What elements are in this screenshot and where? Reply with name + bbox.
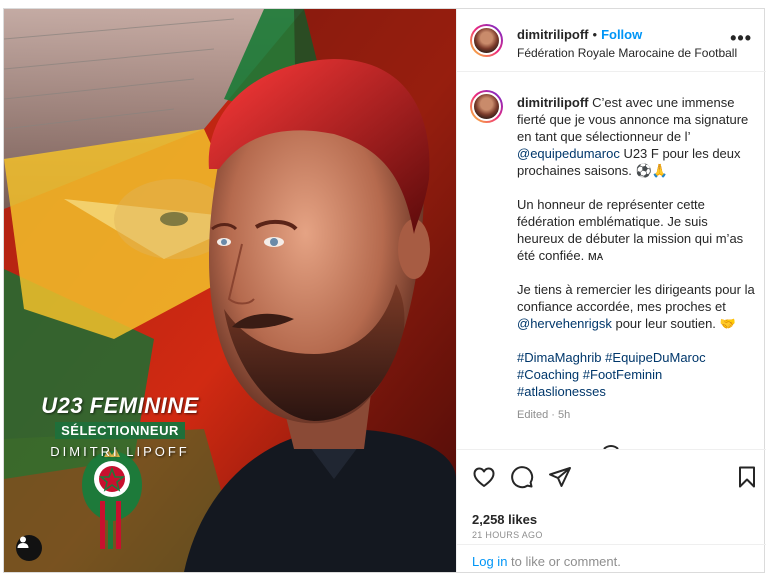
- avatar[interactable]: [470, 24, 503, 57]
- bookmark-icon: [739, 466, 755, 488]
- save-button[interactable]: [734, 464, 760, 490]
- login-prompt: Log in to like or comment.: [457, 544, 766, 572]
- caption-avatar[interactable]: [470, 90, 503, 123]
- comment-icon: [511, 466, 534, 489]
- comment-button[interactable]: [509, 464, 535, 490]
- post-header: dimitrilipoff • Follow Fédération Royale M…: [457, 9, 766, 72]
- caption-text-run: Je tiens à remercier les dirigeants pour…: [517, 282, 755, 314]
- mention-link[interactable]: @hervehenrigsk: [517, 316, 612, 331]
- header-user-line: dimitrilipoff • Follow: [517, 27, 642, 42]
- caption-paragraph-1: dimitrilipoff C’est avec une immense fie…: [517, 94, 757, 179]
- login-prompt-text: to like or comment.: [507, 554, 621, 569]
- separator-dot: •: [592, 27, 598, 42]
- hashtags: #DimaMaghrib #EquipeDuMaroc #Coaching #Fo…: [517, 349, 757, 400]
- caption-text: dimitrilipoff C’est avec une immense fie…: [517, 94, 757, 424]
- post-side-panel: dimitrilipoff • Follow Fédération Royale M…: [456, 9, 766, 572]
- post-actions: 2,258 likes 21 HOURS AGO Log in to like …: [457, 449, 766, 572]
- share-button[interactable]: [547, 464, 573, 490]
- hashtag-link[interactable]: #FootFeminin: [583, 367, 662, 382]
- caption-paragraph-2: Un honneur de représenter cette fédérati…: [517, 197, 744, 263]
- caption-section: dimitrilipoff C’est avec une immense fie…: [457, 73, 766, 449]
- hashtag-link[interactable]: #DimaMaghrib: [517, 350, 602, 365]
- like-button[interactable]: [471, 464, 497, 490]
- heart-icon: [473, 467, 495, 487]
- caption-username-link[interactable]: dimitrilipoff: [517, 95, 589, 110]
- hashtag-link[interactable]: #Coaching: [517, 367, 579, 382]
- poster-title: U23 FEMININE SÉLECTIONNEUR DIMITRI LIPOF…: [30, 393, 210, 459]
- post-image[interactable]: U23 FEMININE SÉLECTIONNEUR DIMITRI LIPOF…: [4, 9, 456, 572]
- more-options-icon[interactable]: •••: [730, 29, 752, 47]
- mention-link[interactable]: @equipedumaroc: [517, 146, 620, 161]
- caption-text-run: pour leur soutien. 🤝: [611, 316, 736, 331]
- likes-count[interactable]: 2,258 likes: [472, 512, 537, 527]
- follow-button[interactable]: Follow: [601, 27, 642, 42]
- post-timestamp: 21 HOURS AGO: [472, 530, 543, 540]
- tagged-users-button[interactable]: [16, 535, 42, 561]
- post-dialog: U23 FEMININE SÉLECTIONNEUR DIMITRI LIPOF…: [3, 8, 766, 573]
- login-link[interactable]: Log in: [472, 554, 507, 569]
- hashtag-link[interactable]: #EquipeDuMaroc: [605, 350, 705, 365]
- hashtag-link[interactable]: #atlaslionesses: [517, 384, 606, 399]
- poster-line-2: SÉLECTIONNEUR: [55, 422, 185, 439]
- poster-line-3: DIMITRI LIPOFF: [50, 444, 190, 459]
- send-icon: [549, 467, 571, 487]
- edited-timestamp: Edited · 5h: [517, 409, 571, 421]
- poster-artwork: [4, 9, 456, 572]
- username-link[interactable]: dimitrilipoff: [517, 27, 589, 42]
- poster-line-1: U23 FEMININE: [41, 393, 199, 418]
- location-link[interactable]: Fédération Royale Marocaine de Football: [517, 46, 737, 60]
- user-icon: [17, 536, 29, 548]
- caption-paragraph-3: Je tiens à remercier les dirigeants pour…: [517, 281, 757, 332]
